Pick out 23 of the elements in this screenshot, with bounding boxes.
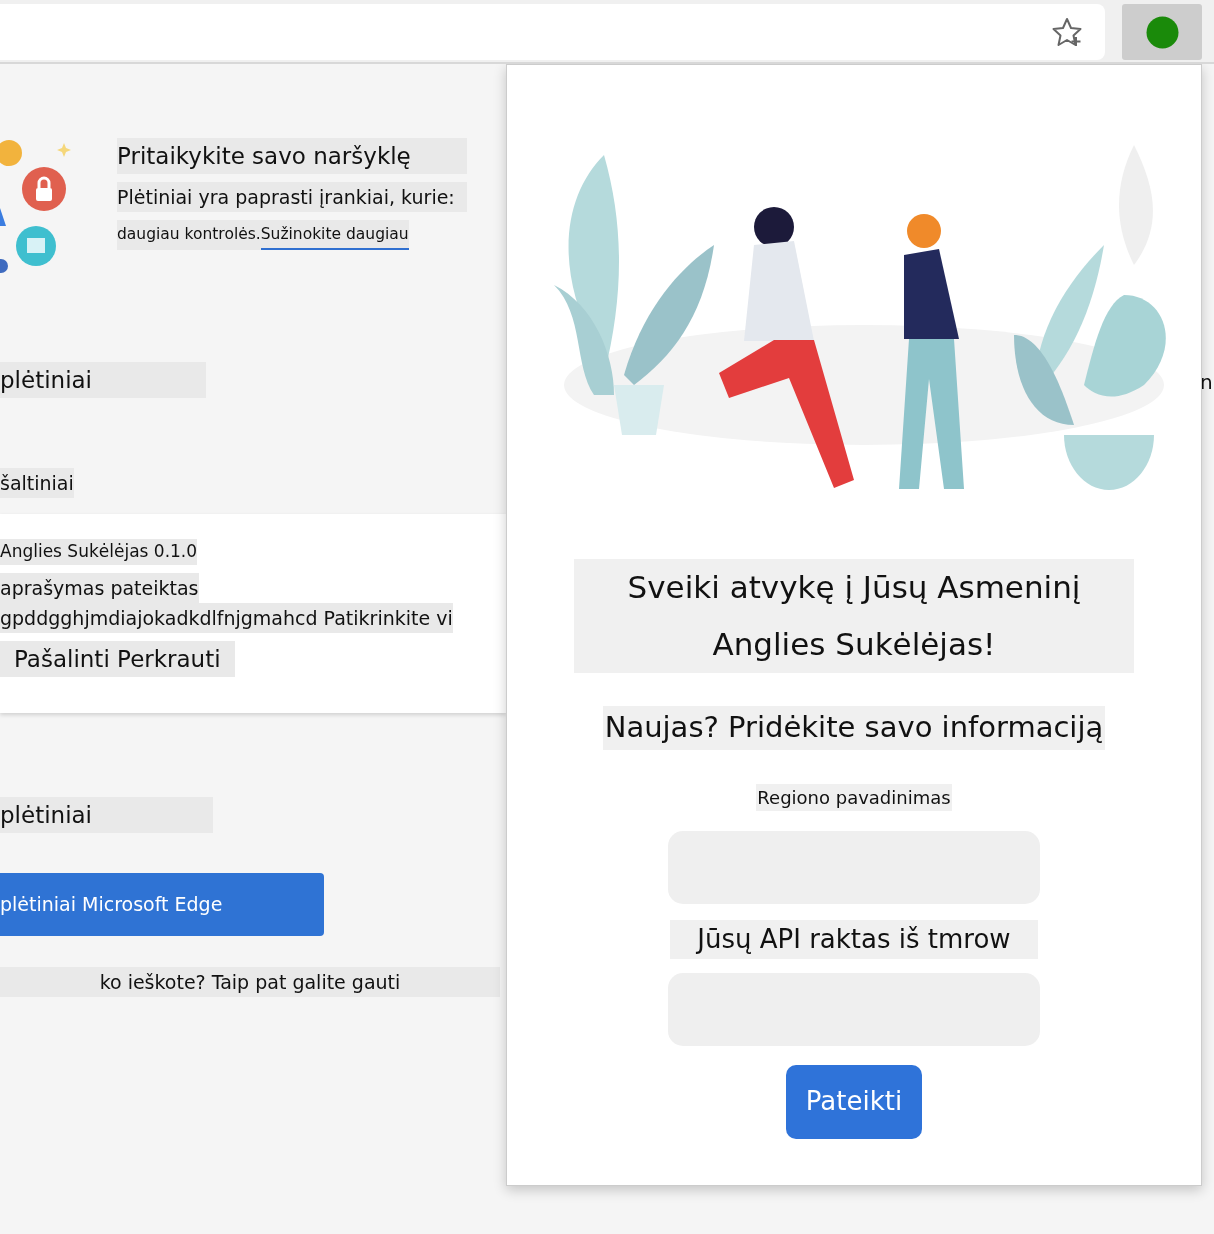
welcome-heading: Sveiki atvykę į Jūsų Asmeninį Anglies Sukėlėjas! xyxy=(574,559,1134,673)
section-heading: plėtiniai xyxy=(0,796,213,833)
subtitle-text: Naujas? Pridėkite savo informaciją xyxy=(602,706,1106,750)
body-text: daugiau kontrolės. xyxy=(117,220,261,250)
description-text: Plėtiniai yra paprasti įrankiai, kurie: xyxy=(117,182,467,212)
extension-id-text: gpddgghjmdiajokadkdlfnjgmahcd Patikrinkite vi xyxy=(0,602,453,633)
action-link[interactable]: Pašalinti xyxy=(14,645,110,672)
extension-description: aprašymas pateiktas xyxy=(0,572,199,603)
section-heading: plėtiniai xyxy=(0,362,206,398)
section-heading: Pritaikykite savo naršyklę xyxy=(117,138,467,174)
field-label: Regiono pavadinimas xyxy=(756,783,952,811)
section-heading: šaltiniai xyxy=(0,468,74,498)
text-fragment: n xyxy=(1200,369,1213,396)
extension-button[interactable] xyxy=(1122,4,1202,60)
learn-more-link[interactable]: Sužinokite daugiau xyxy=(260,220,409,250)
add-bookmark-icon[interactable] xyxy=(1051,16,1083,48)
action-link[interactable]: Perkrauti xyxy=(117,645,221,672)
field-label: Jūsų API raktas iš tmrow xyxy=(670,919,1038,959)
status-dot-icon xyxy=(1145,15,1179,49)
store-button[interactable]: plėtiniai Microsoft Edge xyxy=(0,872,324,936)
extension-name: Anglies Sukėlėjas 0.1.0 xyxy=(0,539,198,565)
submit-button[interactable]: Pateikti xyxy=(786,1064,922,1139)
footer-text: ko ieškote? Taip pat galite gauti xyxy=(0,966,500,997)
